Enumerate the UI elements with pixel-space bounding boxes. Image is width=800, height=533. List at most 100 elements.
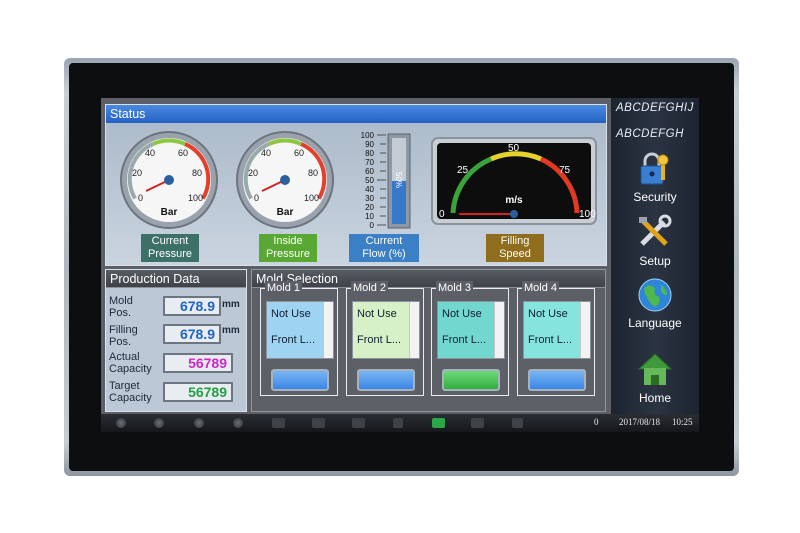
list-scrollbar[interactable] — [409, 302, 419, 358]
status-dot-icon — [194, 418, 204, 428]
status-dot-icon — [116, 418, 126, 428]
mold-group: Mold 1 Not Use Front L... — [260, 281, 338, 396]
sidebar-item-security[interactable]: Security — [611, 190, 699, 204]
mold-list[interactable]: Not Use Front L... — [352, 301, 420, 359]
flow-tick: 60 — [365, 167, 374, 176]
speed-tick: 75 — [559, 165, 571, 176]
label-line: Pressure — [265, 248, 311, 260]
battery-icon[interactable] — [312, 418, 325, 428]
production-label: Mold Pos. — [109, 295, 133, 319]
filling-speed-label: Filling Speed — [486, 234, 544, 262]
speed-tick: 0 — [439, 209, 445, 220]
mold-list[interactable]: Not Use Front L... — [266, 301, 334, 359]
flow-tick: 10 — [365, 212, 374, 221]
gauge-tick-label: 20 — [248, 168, 258, 178]
gauge-tick-label: 0 — [138, 193, 143, 203]
list-scrollbar[interactable] — [323, 302, 333, 358]
gauge-tick-label: 0 — [254, 193, 259, 203]
counter-text: 0 — [594, 417, 599, 427]
flow-value: 50% — [394, 172, 403, 188]
list-item[interactable]: Not Use — [271, 308, 311, 320]
flow-tick: 20 — [365, 203, 374, 212]
label-line: Current — [365, 235, 403, 247]
label-line: Inside — [273, 235, 303, 247]
list-item[interactable]: Not Use — [528, 308, 568, 320]
list-scrollbar[interactable] — [580, 302, 590, 358]
sidebar-item-home[interactable]: Home — [611, 391, 699, 405]
mold-pos-value: 678.9 — [163, 296, 221, 316]
mold-3-button[interactable] — [442, 369, 500, 391]
mold-title: Mold 1 — [265, 281, 303, 295]
status-dot-icon — [233, 418, 243, 428]
inside-pressure-gauge: 0 20 40 60 80 100 Bar — [236, 131, 334, 229]
time-text: 10:25 — [672, 417, 693, 427]
gauge-tick-label: 20 — [132, 168, 142, 178]
flow-tick: 40 — [365, 185, 374, 194]
flow-tick: 80 — [365, 149, 374, 158]
speed-unit: m/s — [505, 195, 523, 206]
lock-key-icon[interactable] — [637, 152, 673, 186]
sidebar-item-language[interactable]: Language — [611, 316, 699, 330]
target-capacity-value: 56789 — [163, 382, 233, 402]
card-icon[interactable] — [471, 418, 484, 428]
unit-label: mm — [222, 299, 240, 310]
mold-4-button[interactable] — [528, 369, 586, 391]
speaker-icon[interactable] — [512, 418, 523, 428]
chip-icon[interactable] — [432, 418, 445, 428]
mold-1-button[interactable] — [271, 369, 329, 391]
flow-tick: 50 — [365, 176, 374, 185]
current-pressure-label: Current Pressure — [141, 234, 199, 262]
flow-tick: 30 — [365, 194, 374, 203]
home-icon[interactable] — [637, 351, 673, 387]
gauge-tick-label: 80 — [308, 168, 318, 178]
production-title: Production Data — [106, 270, 246, 288]
list-item[interactable]: Front L... — [357, 334, 401, 346]
tools-icon[interactable] — [636, 214, 672, 250]
sidebar-item-setup[interactable]: Setup — [611, 254, 699, 268]
label-line: Pressure — [147, 248, 193, 260]
mold-title: Mold 4 — [522, 281, 560, 295]
sidebar-text-1: ABCDEFGHIJ — [616, 102, 694, 114]
list-scrollbar[interactable] — [494, 302, 504, 358]
filling-speed-gauge: 0 25 50 75 100 m/s — [431, 137, 597, 225]
device-icon[interactable] — [393, 418, 403, 428]
label-line: Filling — [500, 235, 530, 247]
flow-tick: 100 — [361, 131, 375, 140]
list-item[interactable]: Not Use — [357, 308, 397, 320]
mold-2-button[interactable] — [357, 369, 415, 391]
status-title: Status — [106, 105, 606, 123]
flow-tick: 0 — [370, 221, 375, 230]
production-label: Filling Pos. — [109, 324, 138, 348]
monitor-icon[interactable] — [272, 418, 285, 428]
mold-title: Mold 2 — [351, 281, 389, 295]
gauge-tick-label: 100 — [304, 193, 319, 203]
globe-icon[interactable] — [637, 277, 673, 313]
current-pressure-gauge: 0 20 40 60 80 100 Bar — [120, 131, 218, 229]
sidebar-text-2: ABCDEFGH — [616, 128, 684, 140]
gauge-tick-label: 60 — [294, 148, 304, 158]
list-item[interactable]: Front L... — [528, 334, 572, 346]
display-icon[interactable] — [352, 418, 365, 428]
gauge-unit: Bar — [161, 207, 178, 218]
speed-tick: 50 — [508, 143, 520, 154]
label-line: Speed — [499, 248, 531, 260]
list-item[interactable]: Not Use — [442, 308, 482, 320]
date-text: 2017/08/18 — [619, 417, 661, 427]
mold-group: Mold 3 Not Use Front L... — [431, 281, 509, 396]
label-line: Flow (%) — [362, 248, 406, 260]
filling-pos-value: 678.9 — [163, 324, 221, 344]
mold-group: Mold 4 Not Use Front L... — [517, 281, 595, 396]
inside-pressure-label: Inside Pressure — [259, 234, 317, 262]
mold-list[interactable]: Not Use Front L... — [523, 301, 591, 359]
gauge-tick-label: 40 — [261, 148, 271, 158]
mold-title: Mold 3 — [436, 281, 474, 295]
mold-group: Mold 2 Not Use Front L... — [346, 281, 424, 396]
status-dot-icon — [154, 418, 164, 428]
list-item[interactable]: Front L... — [271, 334, 315, 346]
gauge-tick-label: 40 — [145, 148, 155, 158]
actual-capacity-value: 56789 — [163, 353, 233, 373]
speed-tick: 100 — [579, 209, 596, 220]
current-flow-bar: 100 90 80 70 60 50 40 30 20 10 0 50% — [361, 131, 411, 230]
mold-list[interactable]: Not Use Front L... — [437, 301, 505, 359]
list-item[interactable]: Front L... — [442, 334, 486, 346]
